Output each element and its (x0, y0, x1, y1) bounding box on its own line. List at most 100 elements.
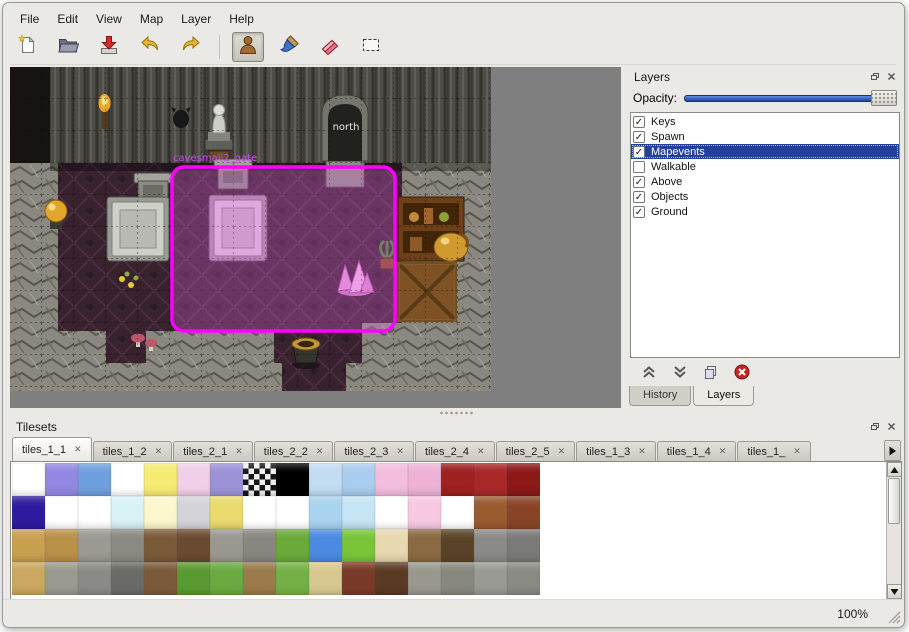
tile-1-2[interactable] (78, 496, 111, 529)
tile-2-6[interactable] (210, 529, 243, 562)
tile-1-11[interactable] (375, 496, 408, 529)
tileset-tab-tiles_2_4[interactable]: tiles_2_4✕ (415, 441, 495, 461)
menu-view[interactable]: View (87, 10, 131, 28)
menu-edit[interactable]: Edit (48, 10, 87, 28)
delete-layer-button[interactable] (731, 361, 753, 383)
tile-0-9[interactable] (309, 463, 342, 496)
tile-0-5[interactable] (177, 463, 210, 496)
scrollbar-thumb[interactable] (888, 478, 900, 524)
tile-1-6[interactable] (210, 496, 243, 529)
tile-3-15[interactable] (507, 562, 540, 595)
tab-close-icon[interactable]: ✕ (558, 447, 566, 456)
tile-1-0[interactable] (12, 496, 45, 529)
layer-row-ground[interactable]: ✓Ground (631, 204, 899, 219)
tile-1-12[interactable] (408, 496, 441, 529)
layer-row-keys[interactable]: ✓Keys (631, 114, 899, 129)
tile-2-4[interactable] (144, 529, 177, 562)
tile-1-5[interactable] (177, 496, 210, 529)
menu-file[interactable]: File (11, 10, 48, 28)
tileset-tab-tiles_2_3[interactable]: tiles_2_3✕ (334, 441, 414, 461)
tile-0-3[interactable] (111, 463, 144, 496)
layer-visibility-checkbox[interactable]: ✓ (633, 116, 645, 128)
tile-2-10[interactable] (342, 529, 375, 562)
eraser-tool-button[interactable] (314, 32, 346, 62)
tile-3-13[interactable] (441, 562, 474, 595)
layer-visibility-checkbox[interactable] (633, 161, 645, 173)
tile-0-13[interactable] (441, 463, 474, 496)
undo-button[interactable] (134, 32, 166, 62)
tab-scroll-right-button[interactable] (884, 440, 901, 461)
tile-1-7[interactable] (243, 496, 276, 529)
tile-2-14[interactable] (474, 529, 507, 562)
tile-0-11[interactable] (375, 463, 408, 496)
scroll-up-button[interactable] (887, 462, 902, 477)
tile-1-1[interactable] (45, 496, 78, 529)
tileset-tab-tiles_1_[interactable]: tiles_1_✕ (737, 441, 810, 461)
tile-3-12[interactable] (408, 562, 441, 595)
tile-0-6[interactable] (210, 463, 243, 496)
tileset-tab-tiles_2_1[interactable]: tiles_2_1✕ (173, 441, 253, 461)
move-layer-down-button[interactable] (669, 361, 691, 383)
tab-close-icon[interactable]: ✕ (74, 445, 82, 454)
layer-row-objects[interactable]: ✓Objects (631, 189, 899, 204)
tile-1-8[interactable] (276, 496, 309, 529)
layer-visibility-checkbox[interactable]: ✓ (633, 206, 645, 218)
tile-1-13[interactable] (441, 496, 474, 529)
tab-close-icon[interactable]: ✕ (793, 447, 801, 456)
tile-3-14[interactable] (474, 562, 507, 595)
close-panel-button[interactable] (884, 420, 899, 434)
tileset-tab-tiles_1_1[interactable]: tiles_1_1✕ (12, 437, 92, 461)
layer-row-spawn[interactable]: ✓Spawn (631, 129, 899, 144)
tile-0-10[interactable] (342, 463, 375, 496)
redo-button[interactable] (175, 32, 207, 62)
move-layer-up-button[interactable] (638, 361, 660, 383)
tile-2-13[interactable] (441, 529, 474, 562)
layer-row-walkable[interactable]: Walkable (631, 159, 899, 174)
scroll-down-button[interactable] (887, 584, 902, 599)
tab-close-icon[interactable]: ✕ (155, 447, 163, 456)
layer-list[interactable]: ✓Keys✓Spawn✓MapeventsWalkable✓Above✓Obje… (630, 112, 900, 358)
tile-3-3[interactable] (111, 562, 144, 595)
tile-3-1[interactable] (45, 562, 78, 595)
brush-tool-button[interactable] (273, 32, 305, 62)
menu-layer[interactable]: Layer (172, 10, 220, 28)
tile-0-8[interactable] (276, 463, 309, 496)
tileset-tab-tiles_2_5[interactable]: tiles_2_5✕ (496, 441, 576, 461)
horizontal-splitter[interactable] (10, 408, 902, 417)
tileset-tab-tiles_1_4[interactable]: tiles_1_4✕ (657, 441, 737, 461)
tile-2-15[interactable] (507, 529, 540, 562)
opacity-slider-track[interactable] (684, 95, 895, 102)
tileset-area[interactable] (10, 461, 902, 600)
tile-0-2[interactable] (78, 463, 111, 496)
tab-close-icon[interactable]: ✕ (396, 447, 404, 456)
opacity-slider[interactable] (684, 90, 897, 106)
tile-2-5[interactable] (177, 529, 210, 562)
tile-1-15[interactable] (507, 496, 540, 529)
layer-row-above[interactable]: ✓Above (631, 174, 899, 189)
tile-3-7[interactable] (243, 562, 276, 595)
tile-2-0[interactable] (12, 529, 45, 562)
tile-3-11[interactable] (375, 562, 408, 595)
tile-1-9[interactable] (309, 496, 342, 529)
tile-2-2[interactable] (78, 529, 111, 562)
tile-3-9[interactable] (309, 562, 342, 595)
save-button[interactable] (93, 32, 125, 62)
tile-0-1[interactable] (45, 463, 78, 496)
tab-close-icon[interactable]: ✕ (316, 447, 324, 456)
layer-row-mapevents[interactable]: ✓Mapevents (631, 144, 899, 159)
tile-3-6[interactable] (210, 562, 243, 595)
tile-3-4[interactable] (144, 562, 177, 595)
open-button[interactable] (52, 32, 84, 62)
tile-0-7[interactable] (243, 463, 276, 496)
layer-visibility-checkbox[interactable]: ✓ (633, 191, 645, 203)
map-canvas[interactable]: cavesmall2_gate north (10, 67, 491, 391)
dock-tab-history[interactable]: History (629, 386, 691, 406)
tile-2-11[interactable] (375, 529, 408, 562)
tileset-tab-tiles_1_2[interactable]: tiles_1_2✕ (93, 441, 173, 461)
tile-0-14[interactable] (474, 463, 507, 496)
layer-visibility-checkbox[interactable]: ✓ (633, 146, 645, 158)
float-panel-button[interactable] (867, 70, 882, 84)
tileset-scrollbar[interactable] (886, 462, 901, 599)
tile-2-3[interactable] (111, 529, 144, 562)
tile-3-2[interactable] (78, 562, 111, 595)
